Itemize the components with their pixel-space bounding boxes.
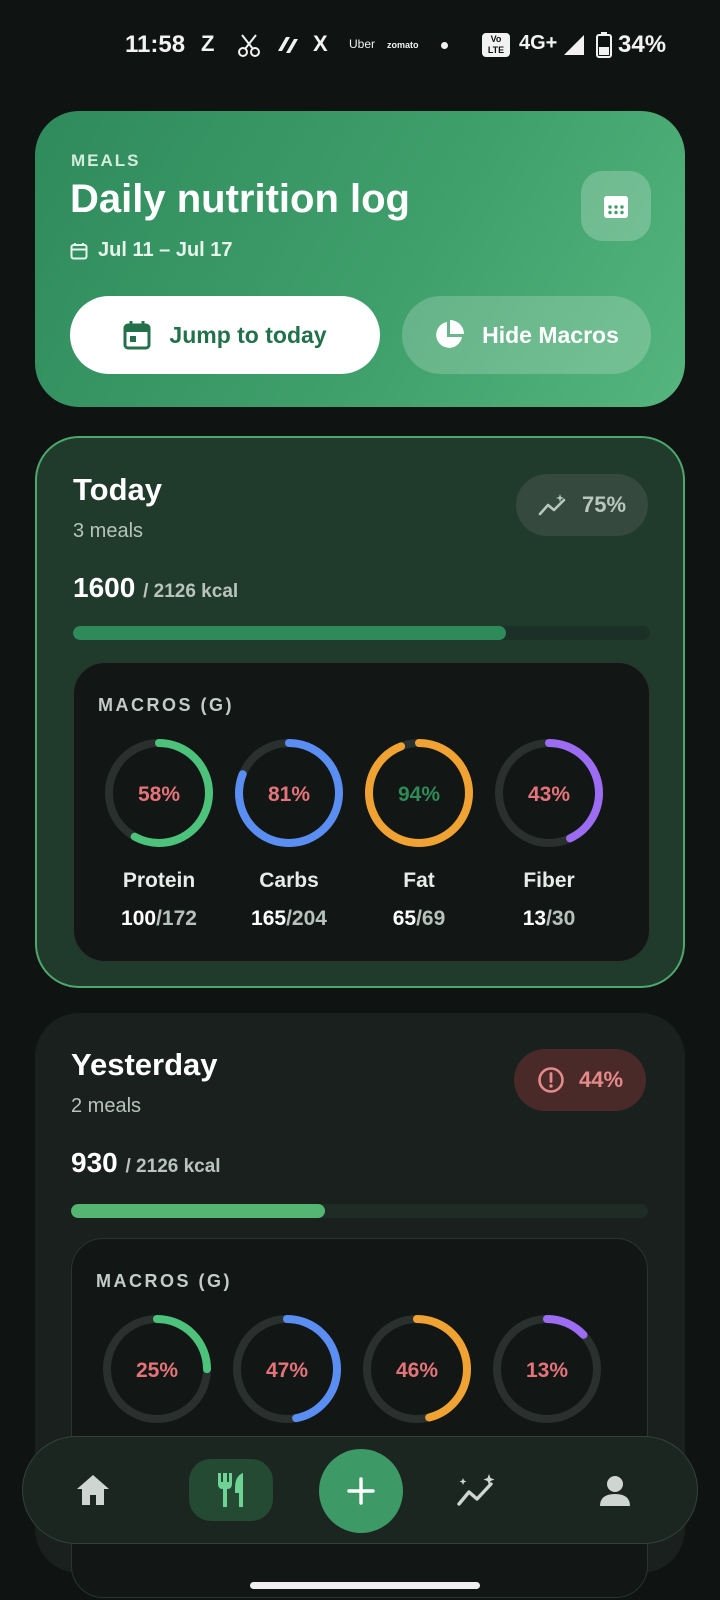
profile-icon bbox=[600, 1476, 630, 1506]
macro-ring: 47% bbox=[233, 1315, 341, 1423]
add-meal-button[interactable] bbox=[319, 1449, 403, 1533]
nav-home[interactable] bbox=[59, 1457, 127, 1523]
home-icon bbox=[77, 1475, 109, 1505]
status-bar: 11:58 Z X Uber zomato Vo LTE 4G+ 34% bbox=[0, 0, 720, 92]
macro-percent: 46% bbox=[396, 1359, 438, 1382]
macro-percent: 25% bbox=[136, 1359, 178, 1382]
macro-protein: 25% bbox=[97, 1309, 217, 1429]
calorie-goal: / 2126 kcal bbox=[143, 581, 239, 602]
jump-to-today-button[interactable]: Jump to today bbox=[70, 296, 380, 374]
macro-percent: 81% bbox=[268, 783, 310, 806]
goal-percent-label: 75% bbox=[581, 492, 627, 517]
signal-icon bbox=[564, 35, 584, 55]
date-range-label: Jul 11 – Jul 17 bbox=[98, 239, 233, 261]
macro-name: Fiber bbox=[523, 869, 575, 892]
macro-fat: 46% bbox=[357, 1309, 477, 1429]
meals-icon bbox=[218, 1473, 243, 1507]
macro-ring: 46% bbox=[363, 1315, 471, 1423]
uber-app-icon: Uber bbox=[349, 37, 376, 51]
macro-ring: 58% bbox=[105, 739, 213, 847]
battery-percent: 34% bbox=[618, 31, 667, 58]
zomato-app-icon: zomato bbox=[387, 40, 419, 50]
meals-header-card: MEALS Daily nutrition log Jul 11 – Jul 1… bbox=[35, 111, 685, 407]
notification-dot bbox=[441, 42, 448, 49]
macro-fiber: 13% bbox=[487, 1309, 607, 1429]
add-icon bbox=[347, 1477, 375, 1505]
macros-panel: MACROS (G) 25% 47% 46% 13% bbox=[71, 1238, 648, 1598]
macro-percent: 47% bbox=[266, 1359, 308, 1382]
calendar-icon bbox=[604, 196, 628, 218]
trend-sparkle-icon bbox=[538, 494, 566, 516]
network-type: 4G+ bbox=[519, 32, 558, 54]
macro-fiber: 43% Fiber 13/30 bbox=[489, 733, 609, 931]
day-title: Today bbox=[73, 472, 162, 507]
macro-value: 165/204 bbox=[251, 907, 327, 930]
x-app-icon: X bbox=[313, 31, 328, 56]
macro-value: 13/30 bbox=[522, 907, 576, 930]
trends-icon bbox=[457, 1474, 495, 1506]
zepto-app-icon: Z bbox=[201, 31, 215, 56]
meal-count: 3 meals bbox=[73, 520, 144, 542]
macro-percent: 43% bbox=[528, 783, 570, 806]
macro-ring: 43% bbox=[495, 739, 603, 847]
alert-circle-icon bbox=[538, 1067, 564, 1093]
scissors-app-icon bbox=[238, 34, 260, 57]
calories-consumed: 1600 bbox=[73, 572, 136, 603]
calorie-summary: 1600 / 2126 kcal bbox=[73, 572, 238, 604]
calorie-goal: / 2126 kcal bbox=[125, 1156, 221, 1177]
calories-consumed: 930 bbox=[71, 1147, 118, 1178]
nav-meals[interactable] bbox=[189, 1459, 273, 1521]
date-range: Jul 11 – Jul 17 bbox=[70, 239, 233, 262]
macros-label: MACROS (G) bbox=[96, 1271, 232, 1291]
battery-icon bbox=[596, 32, 612, 58]
macro-percent: 13% bbox=[526, 1359, 568, 1382]
day-title: Yesterday bbox=[71, 1047, 218, 1082]
calendar-today-icon bbox=[123, 321, 151, 350]
hide-macros-button[interactable]: Hide Macros bbox=[402, 296, 651, 374]
jump-to-today-label: Jump to today bbox=[169, 321, 327, 348]
calorie-progress-bar bbox=[71, 1204, 648, 1218]
goal-percent-badge[interactable]: 75% bbox=[516, 474, 648, 536]
hide-macros-label: Hide Macros bbox=[482, 321, 619, 348]
macro-carbs: 47% bbox=[227, 1309, 347, 1429]
swiggy-app-icon bbox=[278, 37, 298, 53]
macro-value: 100/172 bbox=[121, 907, 197, 930]
calendar-small-icon bbox=[70, 242, 88, 259]
page-title: Daily nutrition log bbox=[70, 177, 410, 221]
macros-panel: MACROS (G) 58% Protein 100/172 81% Carbs… bbox=[73, 662, 650, 962]
meal-count: 2 meals bbox=[71, 1095, 142, 1117]
macro-fat: 94% Fat 65/69 bbox=[359, 733, 479, 931]
status-time: 11:58 bbox=[125, 31, 186, 58]
macro-ring: 13% bbox=[493, 1315, 601, 1423]
macro-protein: 58% Protein 100/172 bbox=[99, 733, 219, 931]
goal-percent-label: 44% bbox=[578, 1067, 624, 1092]
home-indicator[interactable] bbox=[250, 1582, 480, 1589]
macro-name: Protein bbox=[122, 869, 196, 892]
calorie-progress-fill bbox=[73, 626, 506, 640]
calorie-progress-bar bbox=[73, 626, 650, 640]
calorie-summary: 930 / 2126 kcal bbox=[71, 1147, 221, 1179]
volte-icon: Vo LTE bbox=[482, 33, 510, 57]
nav-profile[interactable] bbox=[581, 1457, 649, 1523]
macro-ring: 81% bbox=[235, 739, 343, 847]
macro-name: Fat bbox=[403, 869, 435, 892]
macro-ring: 94% bbox=[365, 739, 473, 847]
macro-name: Carbs bbox=[259, 869, 319, 892]
goal-percent-badge[interactable]: 44% bbox=[514, 1049, 646, 1111]
macro-percent: 58% bbox=[138, 783, 180, 806]
calorie-progress-fill bbox=[71, 1204, 325, 1218]
nav-trends[interactable] bbox=[443, 1457, 511, 1523]
macros-label: MACROS (G) bbox=[98, 695, 234, 715]
macro-carbs: 81% Carbs 165/204 bbox=[229, 733, 349, 931]
macro-percent: 94% bbox=[398, 783, 440, 806]
calendar-button[interactable] bbox=[581, 171, 651, 241]
macro-value: 65/69 bbox=[392, 907, 446, 930]
day-card-today[interactable]: Today 3 meals 75% 1600 / 2126 kcal MACRO… bbox=[35, 436, 685, 988]
bottom-navigation bbox=[22, 1436, 698, 1544]
pie-chart-icon bbox=[436, 320, 465, 348]
section-eyebrow: MEALS bbox=[71, 151, 141, 170]
macro-ring: 25% bbox=[103, 1315, 211, 1423]
